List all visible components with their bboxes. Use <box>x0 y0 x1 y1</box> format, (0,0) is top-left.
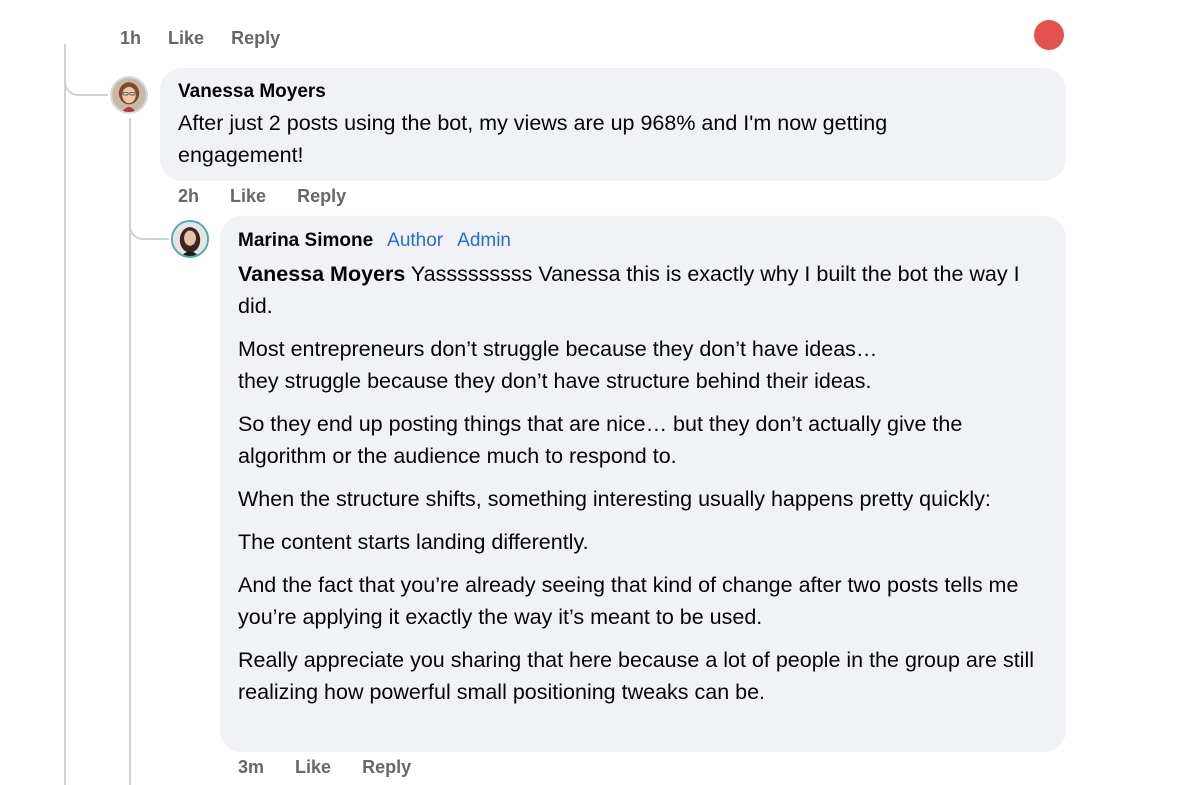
comment-author-name[interactable]: Marina Simone <box>238 230 373 251</box>
thread-connector-vanessa <box>64 74 108 96</box>
comment-body: Vanessa Moyers Yasssssssss Vanessa this … <box>238 258 1048 708</box>
paragraph-text: When the structure shifts, something int… <box>238 487 991 511</box>
comment-bubble-marina: Marina Simone Author Admin Vanessa Moyers … <box>220 216 1066 752</box>
reply-link[interactable]: Reply <box>362 757 411 777</box>
comment-paragraph: Most entrepreneurs don’t struggle becaus… <box>238 333 1048 397</box>
thread-connector-marina <box>129 220 169 240</box>
comment-author-name[interactable]: Vanessa Moyers <box>178 80 1048 104</box>
reply-link[interactable]: Reply <box>297 186 346 206</box>
admin-badge[interactable]: Admin <box>457 230 511 251</box>
avatar-marina-image <box>173 222 207 256</box>
comment-thread: 1h Like Reply Vanessa Moyers After just … <box>0 0 1200 785</box>
avatar-vanessa[interactable] <box>110 76 148 114</box>
comment-timestamp[interactable]: 2h <box>178 186 199 206</box>
previous-comment-time: 1h <box>120 28 142 48</box>
like-link[interactable]: Like <box>230 186 266 206</box>
previous-comment-like-link[interactable]: Like <box>168 28 204 48</box>
paragraph-text: The content starts landing differently. <box>238 530 589 554</box>
author-badge[interactable]: Author <box>387 230 443 251</box>
comment-text: After just 2 posts using the bot, my vie… <box>178 111 888 167</box>
comment-paragraph: Vanessa Moyers Yasssssssss Vanessa this … <box>238 258 1048 322</box>
previous-comment-actions: 1h Like Reply <box>120 24 302 48</box>
comment-paragraph: Really appreciate you sharing that here … <box>238 644 1048 708</box>
like-link[interactable]: Like <box>295 757 331 777</box>
comment-actions-marina: 3m Like Reply <box>238 757 437 778</box>
paragraph-text: Really appreciate you sharing that here … <box>238 648 1035 704</box>
comment-paragraph: And the fact that you’re already seeing … <box>238 569 1048 633</box>
comment-paragraph: When the structure shifts, something int… <box>238 483 1048 515</box>
thread-line-inner <box>129 118 131 785</box>
comment-bubble-vanessa: Vanessa Moyers After just 2 posts using … <box>160 68 1066 181</box>
mention-link[interactable]: Vanessa Moyers <box>238 262 405 286</box>
paragraph-text: So they end up posting things that are n… <box>238 412 963 468</box>
reaction-icon <box>1034 20 1064 50</box>
thread-line-outer <box>64 44 66 785</box>
avatar-marina[interactable] <box>171 220 209 258</box>
comment-paragraph: The content starts landing differently. <box>238 526 1048 558</box>
paragraph-text: Most entrepreneurs don’t struggle becaus… <box>238 337 878 393</box>
paragraph-text: And the fact that you’re already seeing … <box>238 573 1019 629</box>
comment-header: Marina Simone Author Admin <box>238 229 1048 254</box>
comment-actions-vanessa: 2h Like Reply <box>178 186 372 207</box>
comment-paragraph: So they end up posting things that are n… <box>238 408 1048 472</box>
previous-comment-reply-link[interactable]: Reply <box>231 28 280 48</box>
comment-timestamp[interactable]: 3m <box>238 757 264 777</box>
avatar-vanessa-image <box>112 78 146 112</box>
